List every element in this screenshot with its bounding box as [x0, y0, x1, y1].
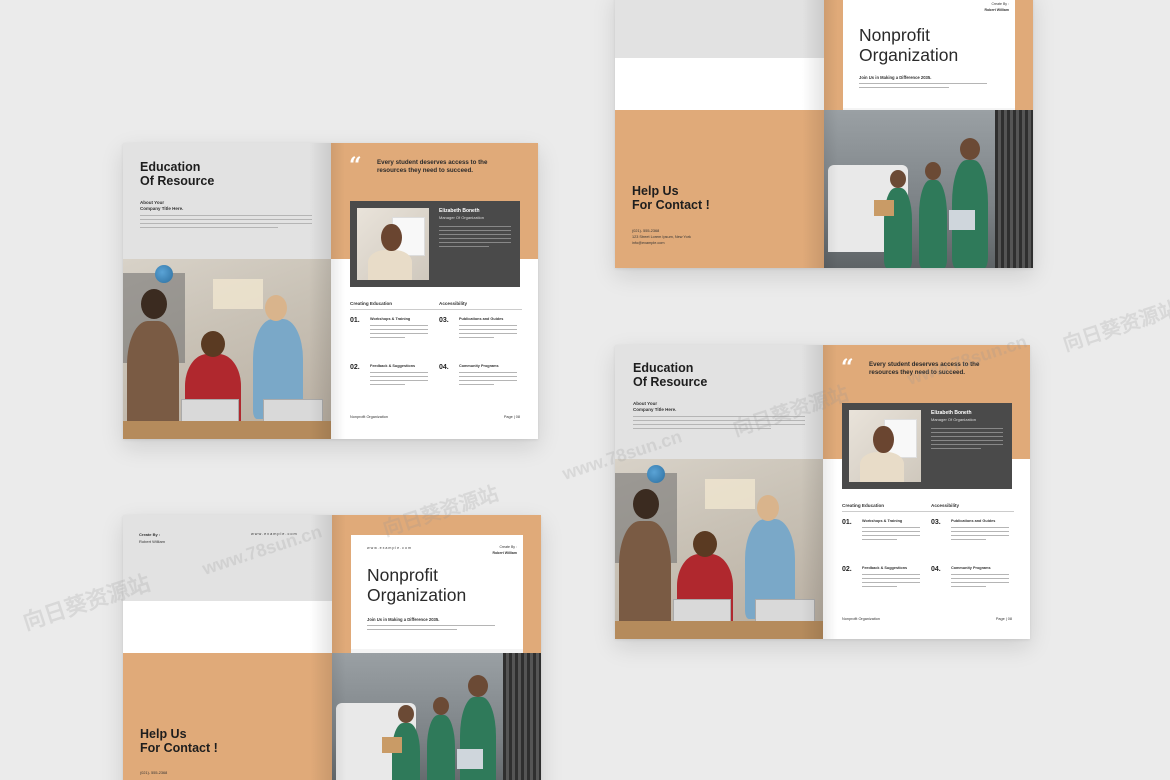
accessibility-heading: Accessibility — [439, 301, 468, 306]
creating-education-heading: Creating Education — [350, 301, 393, 306]
contact-info: (021)- 555-2368 123 Street Lorem Ipsum, … — [632, 229, 691, 246]
help-heading: Help Us For Contact ! — [632, 184, 710, 213]
footer-left: Nonprofit Organization — [842, 617, 880, 621]
classroom-photo — [123, 259, 331, 439]
cover-title: Nonprofit Organization — [859, 25, 959, 66]
cover-spread-top-right: Help Us For Contact ! (021)- 555-2368 12… — [615, 0, 1033, 268]
footer-left: Nonprofit Organization — [350, 415, 388, 419]
quote-text: Every student deserves access to the res… — [869, 361, 980, 377]
watermark-logo: 向日葵资源站 — [1060, 297, 1170, 356]
classroom-photo — [615, 459, 823, 639]
footer-right: Page | 08 — [503, 415, 520, 419]
cover-panel: Create By : Robert William Nonprofit Org… — [843, 0, 1015, 108]
about-heading: About Your Company Title Here. — [140, 200, 184, 211]
cover-title: Nonprofit Organization — [367, 565, 467, 606]
help-heading: Help Us For Contact ! — [140, 727, 218, 756]
cover-tagline: Join Us in Making a Difference 2035. — [859, 75, 932, 80]
footer-right: Page | 08 — [995, 617, 1012, 621]
right-page: “ Every student deserves access to the r… — [823, 345, 1030, 639]
accessibility-heading: Accessibility — [931, 503, 960, 508]
section-title: Education Of Resource — [633, 361, 708, 390]
creating-education-heading: Creating Education — [842, 503, 885, 508]
cover-spread-bottom-left: Create By : Robert William www.example.c… — [123, 515, 541, 780]
left-page: Education Of Resource About Your Company… — [123, 143, 331, 439]
back-cover: Help Us For Contact ! (021)- 555-2368 12… — [615, 0, 824, 268]
profile-card: Elizabeth Boneth Manager Of Organization — [842, 403, 1012, 489]
volunteers-photo — [332, 653, 541, 780]
person-name: Elizabeth Boneth — [439, 208, 480, 214]
cover-panel: www.example.com Create By : Robert Willi… — [351, 535, 523, 649]
left-page: Education Of Resource About Your Company… — [615, 345, 823, 639]
back-cover: Create By : Robert William www.example.c… — [123, 515, 332, 780]
manager-photo — [849, 410, 921, 482]
front-cover: www.example.com Create By : Robert Willi… — [332, 515, 541, 780]
education-spread-right: Education Of Resource About Your Company… — [615, 345, 1030, 639]
profile-card: Elizabeth Boneth Manager Of Organization — [350, 201, 520, 287]
quote-icon: “ — [349, 153, 362, 179]
cover-tagline: Join Us in Making a Difference 2035. — [367, 617, 440, 622]
person-role: Manager Of Organization — [439, 215, 484, 220]
front-cover: Create By : Robert William Nonprofit Org… — [824, 0, 1033, 268]
quote-text: Every student deserves access to the res… — [377, 159, 488, 175]
manager-photo — [357, 208, 429, 280]
person-name: Elizabeth Boneth — [931, 410, 972, 416]
education-spread-top-left: Education Of Resource About Your Company… — [123, 143, 538, 439]
quote-icon: “ — [841, 355, 854, 381]
person-role: Manager Of Organization — [931, 417, 976, 422]
section-title: Education Of Resource — [140, 160, 215, 189]
about-heading: About Your Company Title Here. — [633, 401, 677, 412]
volunteers-photo — [824, 110, 1033, 268]
right-page: “ Every student deserves access to the r… — [331, 143, 538, 439]
